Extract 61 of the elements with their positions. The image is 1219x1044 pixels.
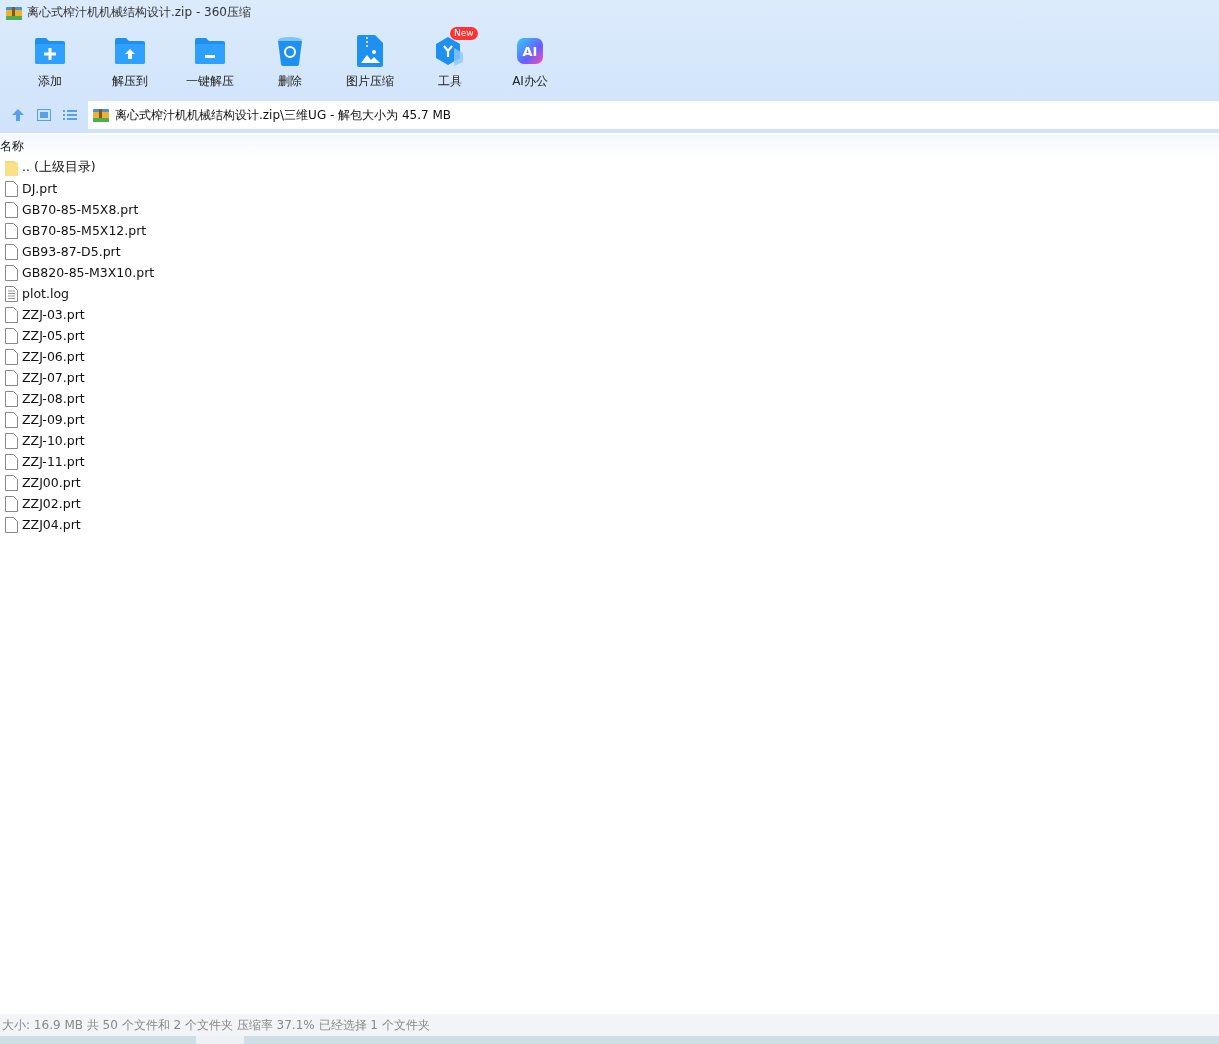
folder-icon bbox=[34, 37, 66, 65]
scrollbar-thumb[interactable] bbox=[196, 1036, 244, 1044]
file-icon bbox=[5, 306, 18, 323]
new-badge: New bbox=[450, 27, 478, 40]
file-name[interactable]: ZZJ-10.prt bbox=[22, 433, 85, 448]
file-name[interactable]: ZZJ02.prt bbox=[22, 496, 81, 511]
file-name[interactable]: ZZJ00.prt bbox=[22, 475, 81, 490]
file-name[interactable]: ZZJ-07.prt bbox=[22, 370, 85, 385]
file-icon bbox=[5, 369, 18, 386]
window-title: 离心式榨汁机机械结构设计.zip - 360压缩 bbox=[27, 4, 251, 21]
file-icon bbox=[5, 201, 18, 218]
text-file-icon bbox=[5, 285, 18, 302]
file-icon bbox=[5, 348, 18, 365]
toolbar-button[interactable]: 图片压缩 bbox=[330, 25, 410, 97]
file-icon bbox=[5, 453, 18, 470]
file-icon bbox=[5, 243, 18, 260]
file-name[interactable]: DJ.prt bbox=[22, 181, 58, 196]
folder-icon bbox=[194, 37, 226, 65]
file-icon bbox=[5, 180, 18, 197]
list-view-icon[interactable] bbox=[63, 109, 77, 121]
folder-icon bbox=[5, 159, 18, 176]
file-name[interactable]: ZZJ-11.prt bbox=[22, 454, 85, 469]
archive-icon bbox=[6, 5, 22, 20]
toolbar-button[interactable]: 解压到 bbox=[90, 25, 170, 97]
toolbar-button[interactable]: New 工具 bbox=[410, 25, 490, 97]
file-name[interactable]: ZZJ-08.prt bbox=[22, 391, 85, 406]
file-name[interactable]: ZZJ-09.prt bbox=[22, 412, 85, 427]
image-file-icon bbox=[357, 35, 383, 67]
file-icon bbox=[5, 264, 18, 281]
file-name[interactable]: GB93-87-D5.prt bbox=[22, 244, 121, 259]
up-arrow-icon[interactable] bbox=[11, 108, 25, 122]
file-icon bbox=[5, 474, 18, 491]
toolbar-button[interactable]: 添加 bbox=[10, 25, 90, 97]
recycle-bin-icon bbox=[277, 36, 303, 66]
toolbar-button[interactable]: AI AI办公 bbox=[490, 25, 570, 97]
file-icon bbox=[5, 411, 18, 428]
file-name[interactable]: ZZJ-05.prt bbox=[22, 328, 85, 343]
archive-icon bbox=[93, 108, 109, 122]
thumbnail-view-icon[interactable] bbox=[37, 109, 51, 121]
file-icon bbox=[5, 222, 18, 239]
status-text: 大小: 16.9 MB 共 50 个文件和 2 个文件夹 压缩率 37.1% 已经选择 1 个文件夹 bbox=[2, 1016, 430, 1034]
column-header[interactable]: 名称 bbox=[0, 137, 24, 155]
file-name[interactable]: plot.log bbox=[22, 286, 69, 301]
ai-icon: AI bbox=[517, 38, 543, 64]
address-field[interactable]: 离心式榨汁机机械结构设计.zip\三维UG - 解包大小为 45.7 MB bbox=[88, 101, 1219, 129]
folder-icon bbox=[114, 37, 146, 65]
file-icon bbox=[5, 516, 18, 533]
file-name[interactable]: GB70-85-M5X8.prt bbox=[22, 202, 139, 217]
toolbar-button[interactable]: 删除 bbox=[250, 25, 330, 97]
file-icon bbox=[5, 327, 18, 344]
file-icon bbox=[5, 390, 18, 407]
file-name[interactable]: .. (上级目录) bbox=[22, 159, 96, 176]
file-name[interactable]: ZZJ-06.prt bbox=[22, 349, 85, 364]
hexagon-icon bbox=[434, 36, 466, 66]
file-icon bbox=[5, 432, 18, 449]
file-name[interactable]: ZZJ-03.prt bbox=[22, 307, 85, 322]
toolbar-button[interactable]: 一键解压 bbox=[170, 25, 250, 97]
file-icon bbox=[5, 495, 18, 512]
file-name[interactable]: GB820-85-M3X10.prt bbox=[22, 265, 155, 280]
file-name[interactable]: ZZJ04.prt bbox=[22, 517, 81, 532]
file-name[interactable]: GB70-85-M5X12.prt bbox=[22, 223, 147, 238]
